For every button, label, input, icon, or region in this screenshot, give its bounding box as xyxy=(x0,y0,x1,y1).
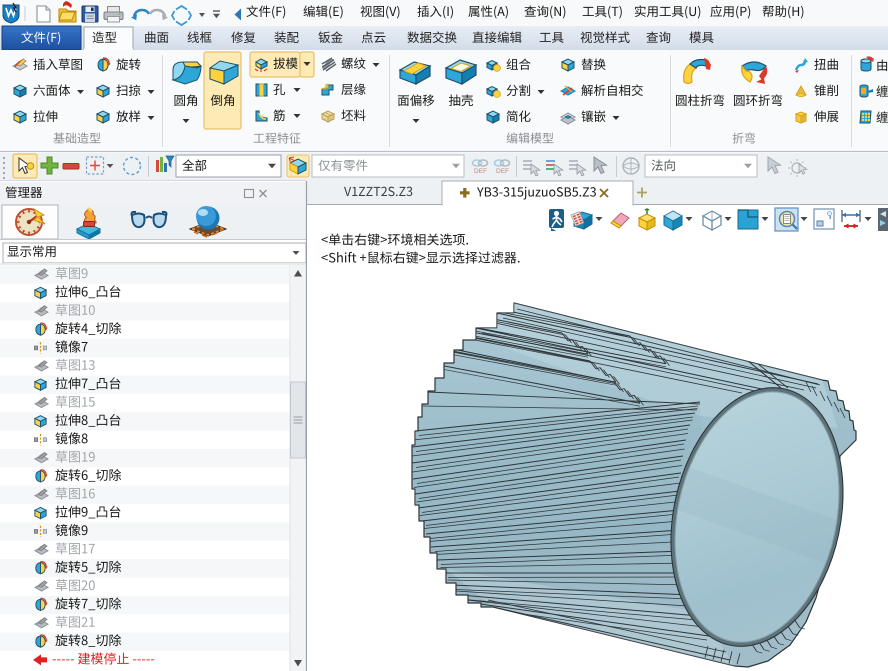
svg-text:DEF: DEF xyxy=(496,168,509,175)
svg-text:DEF: DEF xyxy=(474,168,487,175)
